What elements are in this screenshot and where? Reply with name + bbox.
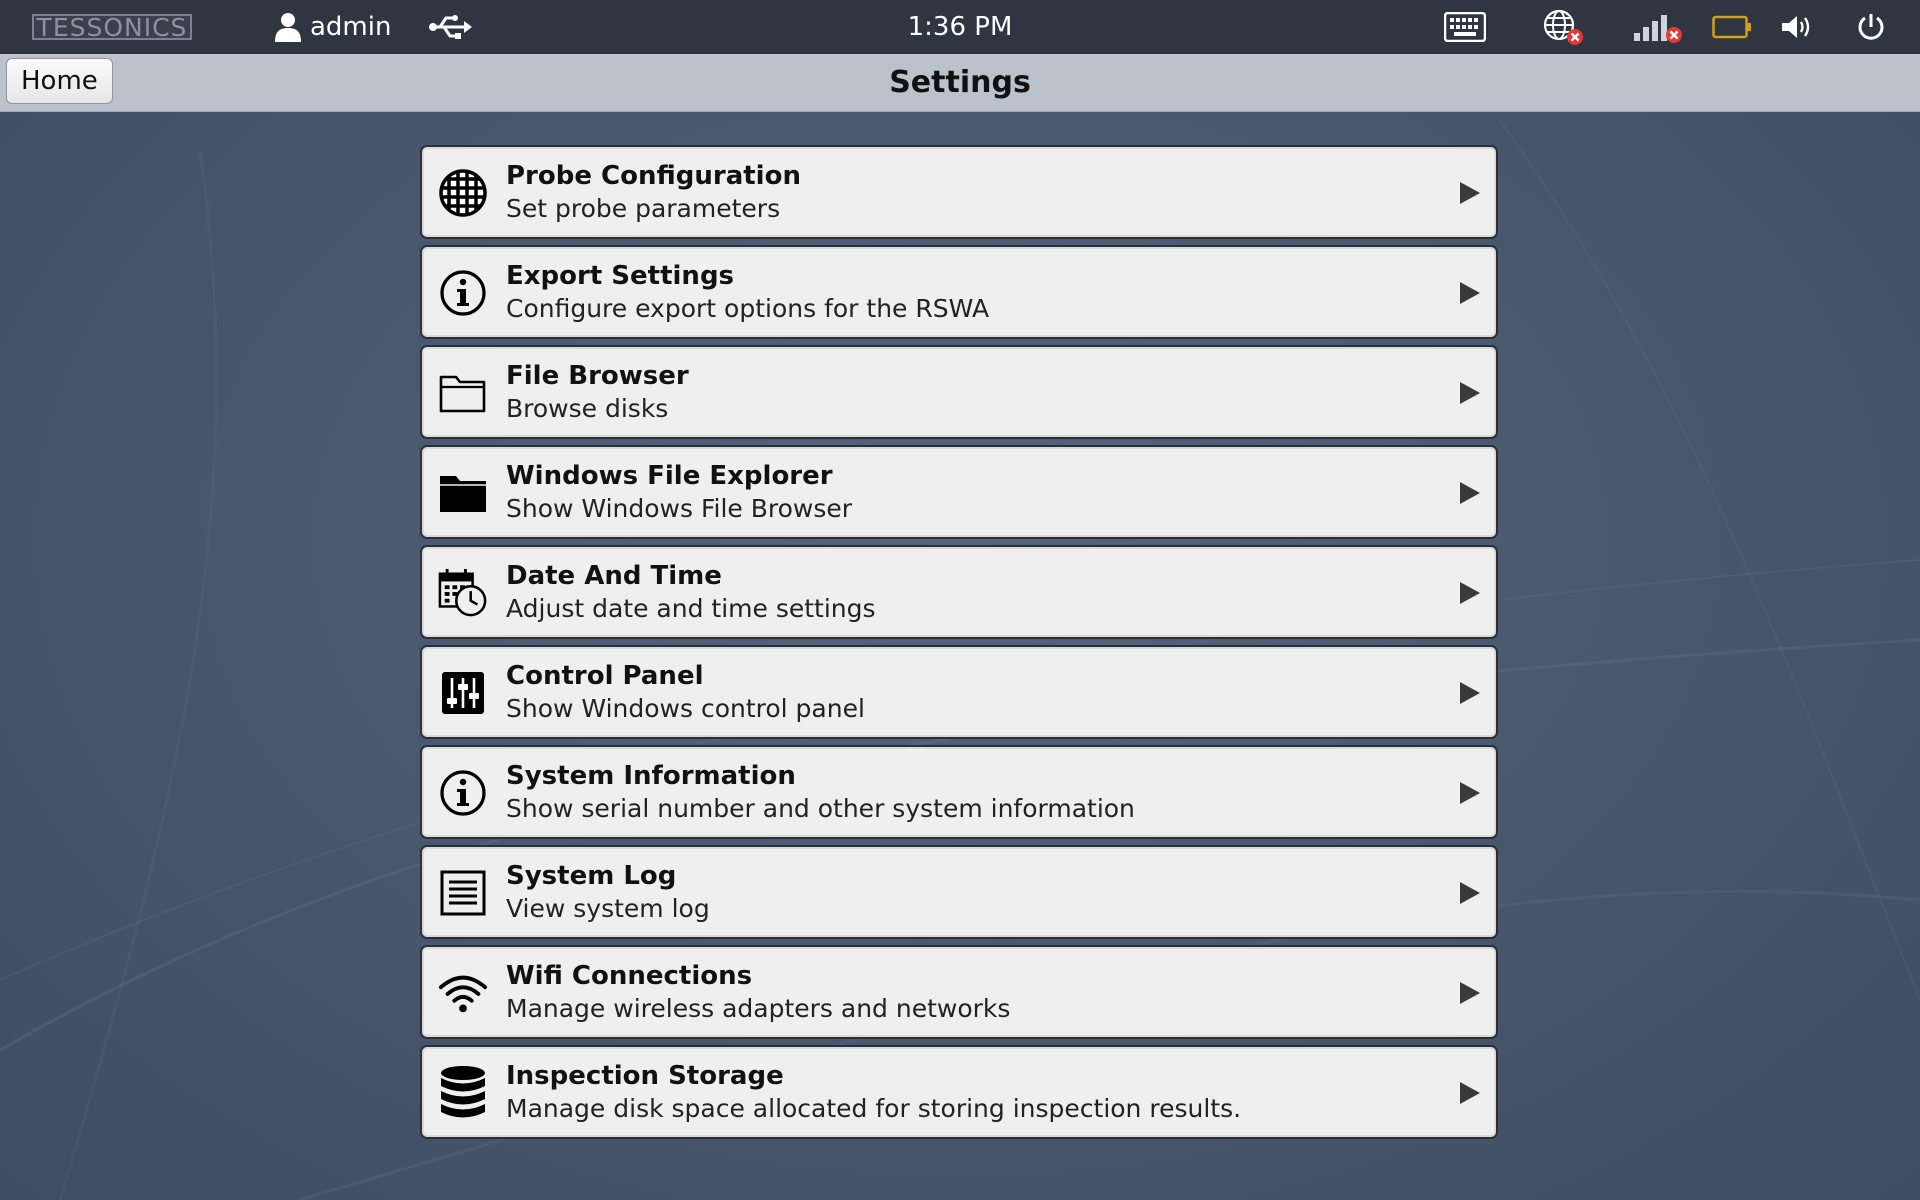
volume-icon [1782,16,1810,38]
item-label: Date And Time [506,561,722,591]
item-label: Inspection Storage [506,1061,784,1091]
logo-text: TESSONICS [32,14,192,40]
battery-status[interactable] [1712,0,1752,54]
keyboard-button[interactable] [1444,0,1486,54]
home-button[interactable]: Home [6,58,113,104]
settings-item-system-information[interactable]: System Information Show serial number an… [420,745,1498,839]
database-icon [438,1066,488,1118]
settings-item-file-browser[interactable]: File Browser Browse disks [420,345,1498,439]
settings-item-date-and-time[interactable]: Date And Time Adjust date and time setti… [420,545,1498,639]
item-description: Manage disk space allocated for storing … [506,1094,1242,1123]
chevron-right-icon [1460,682,1480,704]
page-title: Settings [889,65,1031,100]
chevron-right-icon [1460,582,1480,604]
page-header: Settings Home [0,54,1920,112]
cellular-status[interactable] [1632,0,1684,54]
log-list-icon [438,868,488,918]
chevron-right-icon [1460,182,1480,204]
user-name: admin [310,12,392,42]
item-label: Control Panel [506,661,704,691]
keyboard-icon [1444,12,1486,42]
settings-list: Probe Configuration Set probe parameters… [420,145,1498,1145]
item-description: Configure export options for the RSWA [506,294,990,323]
item-label: Wifi Connections [506,961,753,991]
folder-outline-icon [438,368,488,418]
item-description: View system log [506,894,710,923]
settings-item-wifi-connections[interactable]: Wifi Connections Manage wireless adapter… [420,945,1498,1039]
signal-disconnected-icon [1634,15,1682,43]
item-description: Show serial number and other system info… [506,794,1135,823]
power-button[interactable] [1856,0,1886,54]
chevron-right-icon [1460,482,1480,504]
item-label: Windows File Explorer [506,461,833,491]
settings-item-probe-configuration[interactable]: Probe Configuration Set probe parameters [420,145,1498,239]
settings-item-control-panel[interactable]: Control Panel Show Windows control panel [420,645,1498,739]
item-description: Show Windows control panel [506,694,865,723]
user-indicator[interactable]: admin [274,0,391,54]
item-label: Export Settings [506,261,735,291]
tessonics-logo: TESSONICS [32,0,194,54]
item-description: Show Windows File Browser [506,494,853,523]
item-description: Manage wireless adapters and networks [506,994,1011,1023]
chevron-right-icon [1460,882,1480,904]
chevron-right-icon [1460,282,1480,304]
clock: 1:36 PM [907,12,1013,42]
usb-icon [429,15,472,39]
item-label: Probe Configuration [506,161,801,191]
chevron-right-icon [1460,1082,1480,1104]
item-description: Set probe parameters [506,194,781,223]
settings-item-windows-file-explorer[interactable]: Windows File Explorer Show Windows File … [420,445,1498,539]
globe-disconnected-icon [1543,9,1583,45]
user-icon [275,13,301,42]
battery-icon [1712,15,1751,39]
info-icon [438,268,488,318]
item-label: System Information [506,761,796,791]
settings-item-system-log[interactable]: System Log View system log [420,845,1498,939]
item-label: System Log [506,861,677,891]
settings-item-export-settings[interactable]: Export Settings Configure export options… [420,245,1498,339]
network-status[interactable] [1542,0,1584,54]
item-description: Adjust date and time settings [506,594,876,623]
sliders-icon [438,668,488,718]
power-icon [1858,14,1884,40]
calendar-clock-icon [438,568,488,618]
chevron-right-icon [1460,382,1480,404]
item-description: Browse disks [506,394,669,423]
volume-button[interactable] [1780,0,1814,54]
chevron-right-icon [1460,982,1480,1004]
probe-grid-icon [438,168,488,218]
chevron-right-icon [1460,782,1480,804]
wifi-icon [438,968,488,1018]
info-icon [438,768,488,818]
folder-filled-icon [438,468,488,518]
settings-item-inspection-storage[interactable]: Inspection Storage Manage disk space all… [420,1045,1498,1139]
top-status-bar: TESSONICS admin 1:36 PM [0,0,1920,54]
usb-status[interactable] [428,0,472,54]
item-label: File Browser [506,361,689,391]
